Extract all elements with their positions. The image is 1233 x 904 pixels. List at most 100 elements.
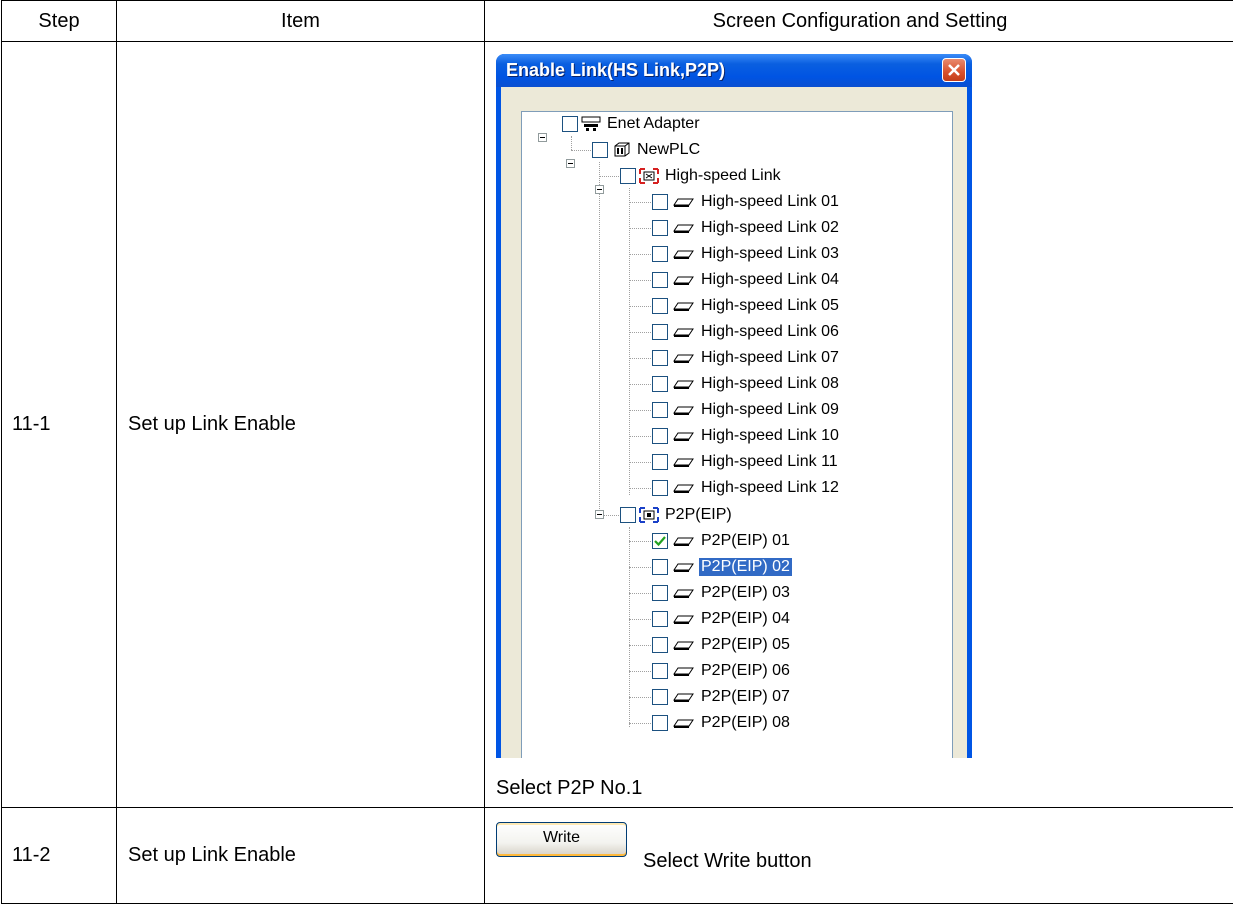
link-icon bbox=[673, 589, 694, 598]
tree-label: High-speed Link bbox=[665, 167, 781, 184]
tree-leaf-item[interactable]: High-speed Link 06 bbox=[652, 320, 841, 344]
link-icon bbox=[673, 537, 694, 546]
item-cell: Set up Link Enable bbox=[116, 807, 485, 904]
tree-label: High-speed Link 07 bbox=[701, 349, 839, 366]
tree-label: P2P(EIP) 01 bbox=[701, 532, 790, 549]
tree-label: High-speed Link 09 bbox=[701, 401, 839, 418]
tree-leaf-item[interactable]: P2P(EIP) 02 bbox=[652, 555, 792, 579]
tree-node-p2p-group[interactable]: P2P(EIP) bbox=[620, 503, 734, 527]
link-icon bbox=[673, 380, 694, 389]
checkbox[interactable] bbox=[652, 585, 668, 601]
dialog-body: Enet Adapter NewPLC High-speed Link High… bbox=[501, 87, 967, 758]
tree-leaf-item[interactable]: P2P(EIP) 01 bbox=[652, 529, 792, 553]
checkbox[interactable] bbox=[652, 428, 668, 444]
tree-leaf-item[interactable]: P2P(EIP) 07 bbox=[652, 685, 792, 709]
tree-label: P2P(EIP) 05 bbox=[701, 636, 790, 653]
tree-leaf-item[interactable]: High-speed Link 11 bbox=[652, 450, 840, 474]
tree-leaf-item[interactable]: P2P(EIP) 08 bbox=[652, 711, 792, 735]
link-icon bbox=[673, 667, 694, 676]
checkbox[interactable] bbox=[592, 142, 608, 158]
tree-label: High-speed Link 11 bbox=[701, 453, 838, 470]
checkbox[interactable] bbox=[652, 663, 668, 679]
step-cell: 11-1 bbox=[1, 41, 117, 808]
tree-label: NewPLC bbox=[637, 141, 701, 158]
link-icon bbox=[673, 615, 694, 624]
dialog-titlebar[interactable]: Enable Link(HS Link,P2P) bbox=[496, 54, 972, 87]
link-icon bbox=[673, 276, 694, 285]
checkbox[interactable] bbox=[562, 116, 578, 132]
write-button[interactable]: Write bbox=[496, 822, 627, 857]
tree-label: High-speed Link 06 bbox=[701, 323, 839, 340]
close-button[interactable] bbox=[942, 58, 966, 82]
checkbox[interactable] bbox=[652, 194, 668, 210]
tree-leaf-item[interactable]: High-speed Link 01 bbox=[652, 190, 841, 214]
checkbox[interactable] bbox=[652, 689, 668, 705]
expander-enet[interactable] bbox=[538, 133, 547, 142]
checkbox[interactable] bbox=[652, 611, 668, 627]
tree-label: P2P(EIP) 04 bbox=[701, 610, 790, 627]
checkbox[interactable] bbox=[652, 324, 668, 340]
checkbox[interactable] bbox=[652, 559, 668, 575]
checkbox[interactable] bbox=[652, 454, 668, 470]
checkbox[interactable] bbox=[620, 507, 636, 523]
tree-label: High-speed Link 08 bbox=[701, 375, 839, 392]
link-icon bbox=[673, 354, 694, 363]
checkbox[interactable] bbox=[652, 220, 668, 236]
table-row: 11-2 Set up Link Enable Write Select Wri… bbox=[1, 807, 1233, 904]
tree-leaf-item[interactable]: P2P(EIP) 03 bbox=[652, 581, 792, 605]
tree-leaf-item[interactable]: High-speed Link 07 bbox=[652, 346, 841, 370]
tree-label: P2P(EIP) 03 bbox=[701, 584, 790, 601]
expander-p2p-group[interactable] bbox=[595, 510, 604, 519]
tree-leaf-item[interactable]: High-speed Link 12 bbox=[652, 476, 841, 500]
tree-label: P2P(EIP) 06 bbox=[701, 662, 790, 679]
link-icon bbox=[673, 693, 694, 702]
tree-leaf-item[interactable]: High-speed Link 02 bbox=[652, 216, 841, 240]
tree-node-newplc[interactable]: NewPLC bbox=[592, 138, 702, 162]
tree-label: High-speed Link 05 bbox=[701, 297, 839, 314]
tree-leaf-item[interactable]: P2P(EIP) 05 bbox=[652, 633, 792, 657]
dialog-title: Enable Link(HS Link,P2P) bbox=[506, 60, 726, 80]
checkbox[interactable] bbox=[652, 402, 668, 418]
checkbox[interactable] bbox=[652, 272, 668, 288]
step-caption: Select P2P No.1 bbox=[496, 777, 643, 799]
tree-leaf-item[interactable]: P2P(EIP) 06 bbox=[652, 659, 792, 683]
expander-hs-group[interactable] bbox=[595, 185, 604, 194]
step-cell: 11-2 bbox=[1, 807, 117, 904]
tree-leaf-item[interactable]: High-speed Link 09 bbox=[652, 398, 841, 422]
tree-leaf-item[interactable]: High-speed Link 05 bbox=[652, 294, 841, 318]
link-icon bbox=[673, 224, 694, 233]
step-caption: Select Write button bbox=[643, 850, 812, 872]
expander-plc[interactable] bbox=[566, 159, 575, 168]
checkbox[interactable] bbox=[652, 533, 668, 549]
tree-leaf-item[interactable]: P2P(EIP) 04 bbox=[652, 607, 792, 631]
tree-leaf-item[interactable]: High-speed Link 10 bbox=[652, 424, 841, 448]
network-adapter-icon bbox=[581, 116, 601, 131]
checkbox[interactable] bbox=[652, 246, 668, 262]
link-icon bbox=[673, 719, 694, 728]
checkbox[interactable] bbox=[652, 350, 668, 366]
checkbox[interactable] bbox=[652, 376, 668, 392]
checkbox[interactable] bbox=[652, 637, 668, 653]
checkbox[interactable] bbox=[652, 480, 668, 496]
p2p-group-icon bbox=[639, 507, 659, 523]
tree-label: High-speed Link 12 bbox=[701, 479, 839, 496]
tree-label: High-speed Link 10 bbox=[701, 427, 839, 444]
link-icon bbox=[673, 328, 694, 337]
tree-label: High-speed Link 02 bbox=[701, 219, 839, 236]
link-icon bbox=[673, 432, 694, 441]
tree-leaf-item[interactable]: High-speed Link 04 bbox=[652, 268, 841, 292]
table-row: 11-1 Set up Link Enable Enable Link(HS L… bbox=[1, 41, 1233, 808]
tree-node-enet-adapter[interactable]: Enet Adapter bbox=[562, 112, 702, 136]
link-icon bbox=[673, 302, 694, 311]
checkbox[interactable] bbox=[620, 168, 636, 184]
tree-leaf-item[interactable]: High-speed Link 03 bbox=[652, 242, 841, 266]
header-row: Step Item Screen Configuration and Setti… bbox=[1, 0, 1233, 42]
header-item: Item bbox=[116, 0, 485, 42]
tree-node-hs-group[interactable]: High-speed Link bbox=[620, 164, 783, 188]
checkbox[interactable] bbox=[652, 298, 668, 314]
tree-leaf-item[interactable]: High-speed Link 08 bbox=[652, 372, 841, 396]
header-step: Step bbox=[1, 0, 117, 42]
enable-link-dialog: Enable Link(HS Link,P2P) Enet Adapter Ne… bbox=[496, 54, 972, 758]
tree-label: P2P(EIP) bbox=[665, 506, 732, 523]
checkbox[interactable] bbox=[652, 715, 668, 731]
